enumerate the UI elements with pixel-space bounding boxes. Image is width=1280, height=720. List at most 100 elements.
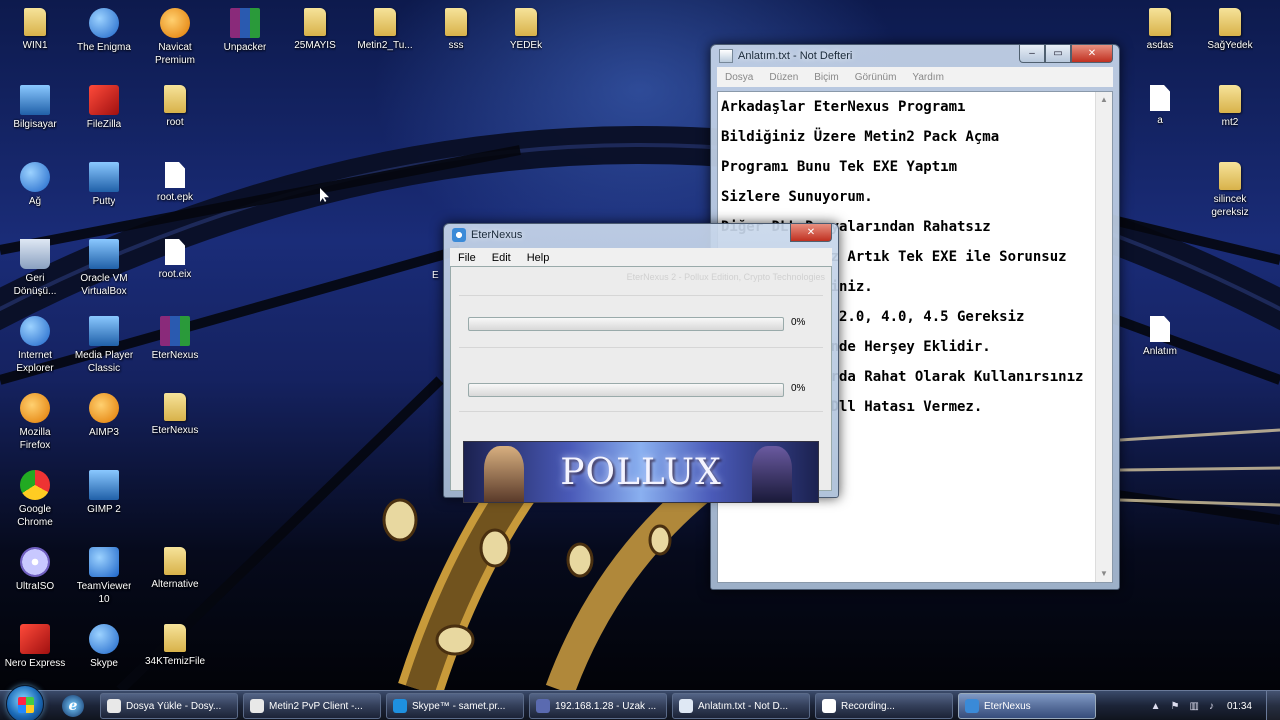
taskbar-button-label: Skype™ - samet.pr... — [412, 700, 506, 712]
desktop-icon-firefox[interactable]: Mozilla Firefox — [0, 389, 70, 459]
taskbar-button[interactable]: 192.168.1.28 - Uzak ... — [529, 693, 667, 719]
close-button[interactable]: ✕ — [1071, 45, 1113, 63]
maximize-button[interactable]: ▭ — [1045, 45, 1071, 63]
text-line: Bildiğiniz Üzere Metin2 Pack Açma — [721, 129, 1000, 145]
start-button[interactable] — [6, 685, 44, 720]
taskbar-button[interactable]: Dosya Yükle - Dosy... — [100, 693, 238, 719]
icon-label: root.epk — [156, 192, 194, 203]
desktop-icon-ag[interactable]: Ağ — [0, 158, 70, 228]
network-tray-icon[interactable]: ▥ — [1190, 701, 1199, 712]
chrome-icon — [20, 470, 50, 500]
folder-icon — [1149, 8, 1171, 36]
winrar-icon — [160, 316, 190, 346]
menu-item[interactable]: Düzen — [761, 72, 806, 83]
desktop-icon-putty[interactable]: Putty — [69, 158, 139, 228]
show-hidden-icons-icon[interactable]: ▲ — [1151, 701, 1161, 712]
taskbar-app-icon — [679, 699, 693, 713]
vertical-scrollbar[interactable]: ▲ ▼ — [1095, 92, 1112, 582]
desktop-icon-root-eix[interactable]: root.eix — [140, 235, 210, 305]
desktop-icon-recycle-bin[interactable]: Geri Dönüşü... — [0, 235, 70, 305]
eternexus-titlebar[interactable]: EterNexus ✕ — [444, 224, 838, 246]
icon-label: AIMP3 — [88, 427, 119, 438]
scroll-down-arrow-icon[interactable]: ▼ — [1096, 566, 1112, 582]
desktop-icon-aimp3[interactable]: AIMP3 — [69, 389, 139, 459]
icon-label: sss — [448, 40, 464, 51]
eternexus-window[interactable]: EterNexus ✕ File Edit Help EterNexus 2 - P… — [443, 223, 839, 503]
icon-label: EterNexus — [151, 425, 199, 436]
taskbar-button[interactable]: Metin2 PvP Client -... — [243, 693, 381, 719]
menu-item[interactable]: Help — [519, 252, 558, 264]
taskbar-app-icon — [107, 699, 121, 713]
desktop-icon-metin2-tu[interactable]: Metin2_Tu... — [350, 4, 420, 74]
taskbar-button[interactable]: Skype™ - samet.pr... — [386, 693, 524, 719]
icon-label: Navicat Premium — [154, 42, 195, 66]
menu-item[interactable]: Biçim — [806, 72, 846, 83]
desktop-icon-virtualbox[interactable]: Oracle VM VirtualBox — [69, 235, 139, 305]
taskbar-button[interactable]: EterNexus — [958, 693, 1096, 719]
icon-label: Google Chrome — [17, 504, 53, 528]
desktop-icon-asdas[interactable]: asdas — [1125, 4, 1195, 74]
internet-explorer-pinned-icon[interactable]: e — [62, 695, 84, 717]
desktop-icon-sagyedek[interactable]: SağYedek — [1195, 4, 1265, 74]
desktop-icon-the-enigma[interactable]: The Enigma — [69, 4, 139, 74]
desktop-icon-eternexus-2[interactable]: EterNexus — [140, 389, 210, 459]
desktop-icon-root[interactable]: root — [140, 81, 210, 151]
partial-icon-label: E — [432, 270, 439, 281]
menu-item[interactable]: Dosya — [717, 72, 761, 83]
desktop-icon-mt2[interactable]: mt2 — [1195, 81, 1265, 151]
desktop-icon-nero-express[interactable]: Nero Express — [0, 620, 70, 690]
icon-label: Nero Express — [4, 658, 66, 669]
taskbar-button-label: 192.168.1.28 - Uzak ... — [555, 700, 657, 712]
desktop-icon-34ktemizfile[interactable]: 34KTemizFile — [140, 620, 210, 690]
desktop-icon-internet-explorer[interactable]: Internet Explorer — [0, 312, 70, 382]
taskbar: e Dosya Yükle - Dosy... Metin2 PvP Client… — [0, 685, 1280, 720]
desktop-icon-teamviewer[interactable]: TeamViewer 10 — [69, 543, 139, 613]
desktop-icon-unpacker[interactable]: Unpacker — [210, 4, 280, 74]
desktop-icon-gimp[interactable]: GIMP 2 — [69, 466, 139, 536]
taskbar-app-icon — [965, 699, 979, 713]
clock[interactable]: 01:34 — [1227, 701, 1252, 712]
menu-item[interactable]: File — [450, 252, 484, 264]
desktop-icon-skype[interactable]: Skype — [69, 620, 139, 690]
putty-icon — [89, 162, 119, 192]
desktop-icon-yedek[interactable]: YEDEk — [491, 4, 561, 74]
icon-label: Unpacker — [223, 42, 267, 53]
volume-icon[interactable]: ♪ — [1209, 701, 1214, 712]
banner-logo-text: POLLUX — [560, 452, 722, 493]
desktop-icon-alternative[interactable]: Alternative — [140, 543, 210, 613]
flag-icon[interactable]: ⚑ — [1171, 701, 1180, 712]
desktop-icon-chrome[interactable]: Google Chrome — [0, 466, 70, 536]
taskbar-button[interactable]: Recording... — [815, 693, 953, 719]
file-icon — [1150, 85, 1170, 111]
disc-icon — [20, 547, 50, 577]
taskbar-button[interactable]: Anlatım.txt - Not D... — [672, 693, 810, 719]
desktop-icon-eternexus-1[interactable]: EterNexus — [140, 312, 210, 382]
taskbar-button-label: Anlatım.txt - Not D... — [698, 700, 789, 712]
desktop-icon-root-epk[interactable]: root.epk — [140, 158, 210, 228]
scroll-up-arrow-icon[interactable]: ▲ — [1096, 92, 1112, 108]
desktop-icon-win1[interactable]: WIN1 — [0, 4, 70, 74]
notepad-titlebar[interactable]: Anlatım.txt - Not Defteri ‒ ▭ ✕ — [711, 45, 1119, 67]
desktop-icon-filezilla[interactable]: FileZilla — [69, 81, 139, 151]
desktop-icon-sss[interactable]: sss — [421, 4, 491, 74]
desktop-icon-ultraiso[interactable]: UltraISO — [0, 543, 70, 613]
icon-label: 25MAYIS — [294, 40, 336, 51]
close-button[interactable]: ✕ — [790, 224, 832, 242]
desktop-icon-navicat[interactable]: Navicat Premium — [140, 4, 210, 74]
menu-item[interactable]: Görünüm — [847, 72, 905, 83]
desktop-icon-silincek-gereksiz[interactable]: silincek gereksiz — [1195, 158, 1265, 228]
desktop-icon-a[interactable]: a — [1125, 81, 1195, 151]
minimize-button[interactable]: ‒ — [1019, 45, 1045, 63]
folder-icon — [24, 8, 46, 36]
desktop-icon-anlatim[interactable]: Anlatım — [1125, 312, 1195, 382]
desktop-icon-bilgisayar[interactable]: Bilgisayar — [0, 81, 70, 151]
desktop-icon-25mayis[interactable]: 25MAYIS — [280, 4, 350, 74]
menu-item[interactable]: Yardım — [904, 72, 952, 83]
menu-item[interactable]: Edit — [484, 252, 519, 264]
text-line: Arkadaşlar EterNexus Programı — [721, 99, 966, 115]
desktop-icon-media-player-classic[interactable]: Media Player Classic — [69, 312, 139, 382]
folder-icon — [515, 8, 537, 36]
folder-icon — [445, 8, 467, 36]
winrar-icon — [230, 8, 260, 38]
show-desktop-button[interactable] — [1266, 691, 1280, 720]
